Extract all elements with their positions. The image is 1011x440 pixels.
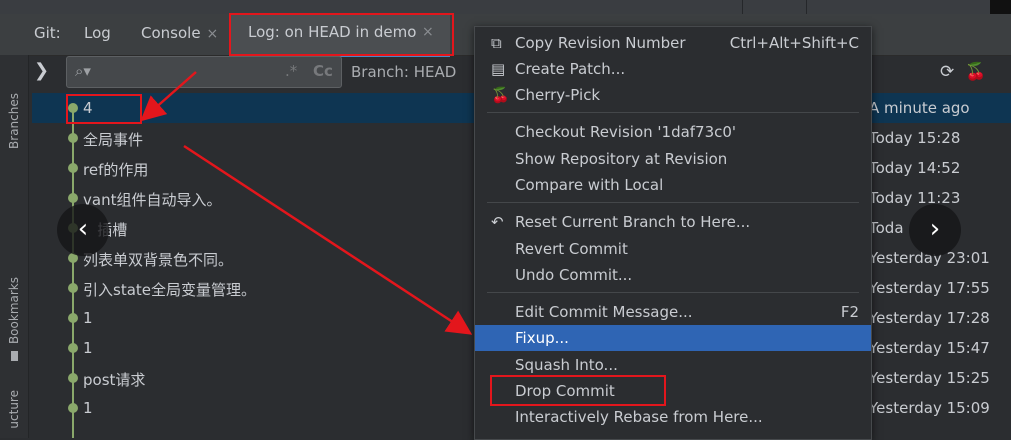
search-icon: ⌕▾ [75, 62, 91, 80]
commit-message: 列表单双背景色不同。 [83, 251, 234, 269]
structure-tool-label[interactable]: ucture [7, 390, 21, 429]
menu-item-label: Fixup... [515, 329, 569, 347]
match-case-toggle[interactable]: Cc [313, 62, 333, 80]
refresh-icon[interactable]: ⟳ [940, 62, 954, 82]
menu-item-label: Show Repository at Revision [515, 150, 728, 168]
toolbar-icons: ⟳ 🍒 [940, 62, 986, 82]
commit-message: 引入state全局变量管理。 [83, 281, 256, 299]
commit-node [68, 403, 78, 413]
commit-node [68, 193, 78, 203]
copy-icon: ⧉ [491, 34, 502, 52]
commit-message: vant组件自动导入。 [83, 191, 222, 209]
commit-date: A minute ago [869, 99, 970, 117]
top-divider [806, 0, 807, 14]
regex-toggle[interactable]: .* [285, 62, 297, 80]
left-tool-strip: Branches Bookmarks ucture [0, 55, 29, 438]
menu-item-rebase[interactable]: Interactively Rebase from Here... [475, 404, 871, 430]
menu-separator [487, 292, 859, 293]
search-input[interactable]: ⌕▾ .* Cc [66, 56, 342, 88]
menu-item-checkout-revision[interactable]: Checkout Revision '1daf73c0' [475, 119, 871, 145]
commit-date: Yesterday 15:47 [869, 339, 990, 357]
menu-item-copy-revision[interactable]: ⧉ Copy Revision Number Ctrl+Alt+Shift+C [475, 30, 871, 56]
commit-node [68, 163, 78, 173]
menu-item-label: Squash Into... [515, 356, 618, 374]
menu-item-label: Cherry-Pick [515, 86, 601, 104]
menu-item-label: Interactively Rebase from Here... [515, 408, 763, 426]
branches-tool-label[interactable]: Branches [7, 93, 21, 149]
menu-item-reset-branch[interactable]: ↶ Reset Current Branch to Here... [475, 209, 871, 235]
menu-item-edit-message[interactable]: Edit Commit Message... F2 [475, 299, 871, 325]
commit-date: Yesterday 15:09 [869, 399, 990, 417]
undo-icon: ↶ [491, 213, 504, 231]
tab-console-label: Console [141, 24, 201, 42]
annotation-box-tab [229, 13, 454, 56]
commit-message: 1 [83, 309, 93, 327]
commit-date: Today 15:28 [869, 129, 961, 147]
window-top-strip [0, 0, 1011, 14]
menu-item-fixup[interactable]: Fixup... [475, 325, 871, 351]
commit-message: 1 [83, 339, 93, 357]
chevron-right-icon[interactable]: ❯ [34, 60, 49, 81]
menu-separator [487, 112, 859, 113]
menu-item-compare-local[interactable]: Compare with Local [475, 172, 871, 198]
menu-item-show-repository[interactable]: Show Repository at Revision [475, 146, 871, 172]
menu-item-cherry-pick[interactable]: 🍒 Cherry-Pick [475, 82, 871, 108]
top-corner [990, 0, 1011, 14]
commit-node [68, 133, 78, 143]
commit-message: post请求 [83, 371, 146, 389]
commit-message: 全局事件 [83, 131, 144, 149]
commit-node [68, 373, 78, 383]
commit-node [68, 283, 78, 293]
commit-date: Toda [869, 219, 904, 237]
menu-item-label: Create Patch... [515, 60, 626, 78]
annotation-box-commit [66, 94, 142, 124]
menu-item-label: Undo Commit... [515, 266, 633, 284]
commit-date: Today 14:52 [869, 159, 961, 177]
tab-console[interactable]: Console × [141, 24, 218, 42]
commit-date: Today 11:23 [869, 189, 961, 207]
commit-message: ref的作用 [83, 161, 149, 179]
previous-image-button[interactable]: ‹ [57, 204, 109, 256]
next-image-button[interactable]: › [909, 204, 961, 256]
cherry-icon[interactable]: 🍒 [965, 62, 986, 82]
menu-item-label: Checkout Revision '1daf73c0' [515, 123, 737, 141]
commit-date: Yesterday 15:25 [869, 369, 990, 387]
tab-log[interactable]: Log [84, 24, 111, 42]
commit-date: Yesterday 17:55 [869, 279, 990, 297]
menu-item-label: Edit Commit Message... [515, 303, 693, 321]
annotation-box-drop [490, 375, 666, 406]
git-label: Git: [34, 24, 61, 42]
menu-item-label: Revert Commit [515, 240, 628, 258]
bookmarks-tool-label[interactable]: Bookmarks [7, 277, 21, 344]
commit-date: Yesterday 17:28 [869, 309, 990, 327]
patch-icon: ▤ [491, 60, 506, 78]
menu-item-create-patch[interactable]: ▤ Create Patch... [475, 56, 871, 82]
top-divider [742, 0, 743, 14]
menu-item-undo-commit[interactable]: Undo Commit... [475, 262, 871, 288]
commit-node [68, 313, 78, 323]
menu-item-label: Compare with Local [515, 176, 664, 194]
menu-item-shortcut: Ctrl+Alt+Shift+C [729, 34, 859, 52]
commit-message: 1 [83, 399, 93, 417]
branch-filter[interactable]: Branch: HEAD [351, 63, 456, 81]
menu-item-label: Copy Revision Number [515, 34, 686, 52]
cherry-icon: 🍒 [491, 86, 510, 104]
menu-separator [487, 202, 859, 203]
close-icon[interactable]: × [207, 26, 219, 42]
menu-item-revert-commit[interactable]: Revert Commit [475, 236, 871, 262]
menu-item-label: Reset Current Branch to Here... [515, 213, 751, 231]
commit-node [68, 343, 78, 353]
menu-item-shortcut: F2 [840, 303, 859, 321]
bookmark-icon [11, 351, 18, 361]
